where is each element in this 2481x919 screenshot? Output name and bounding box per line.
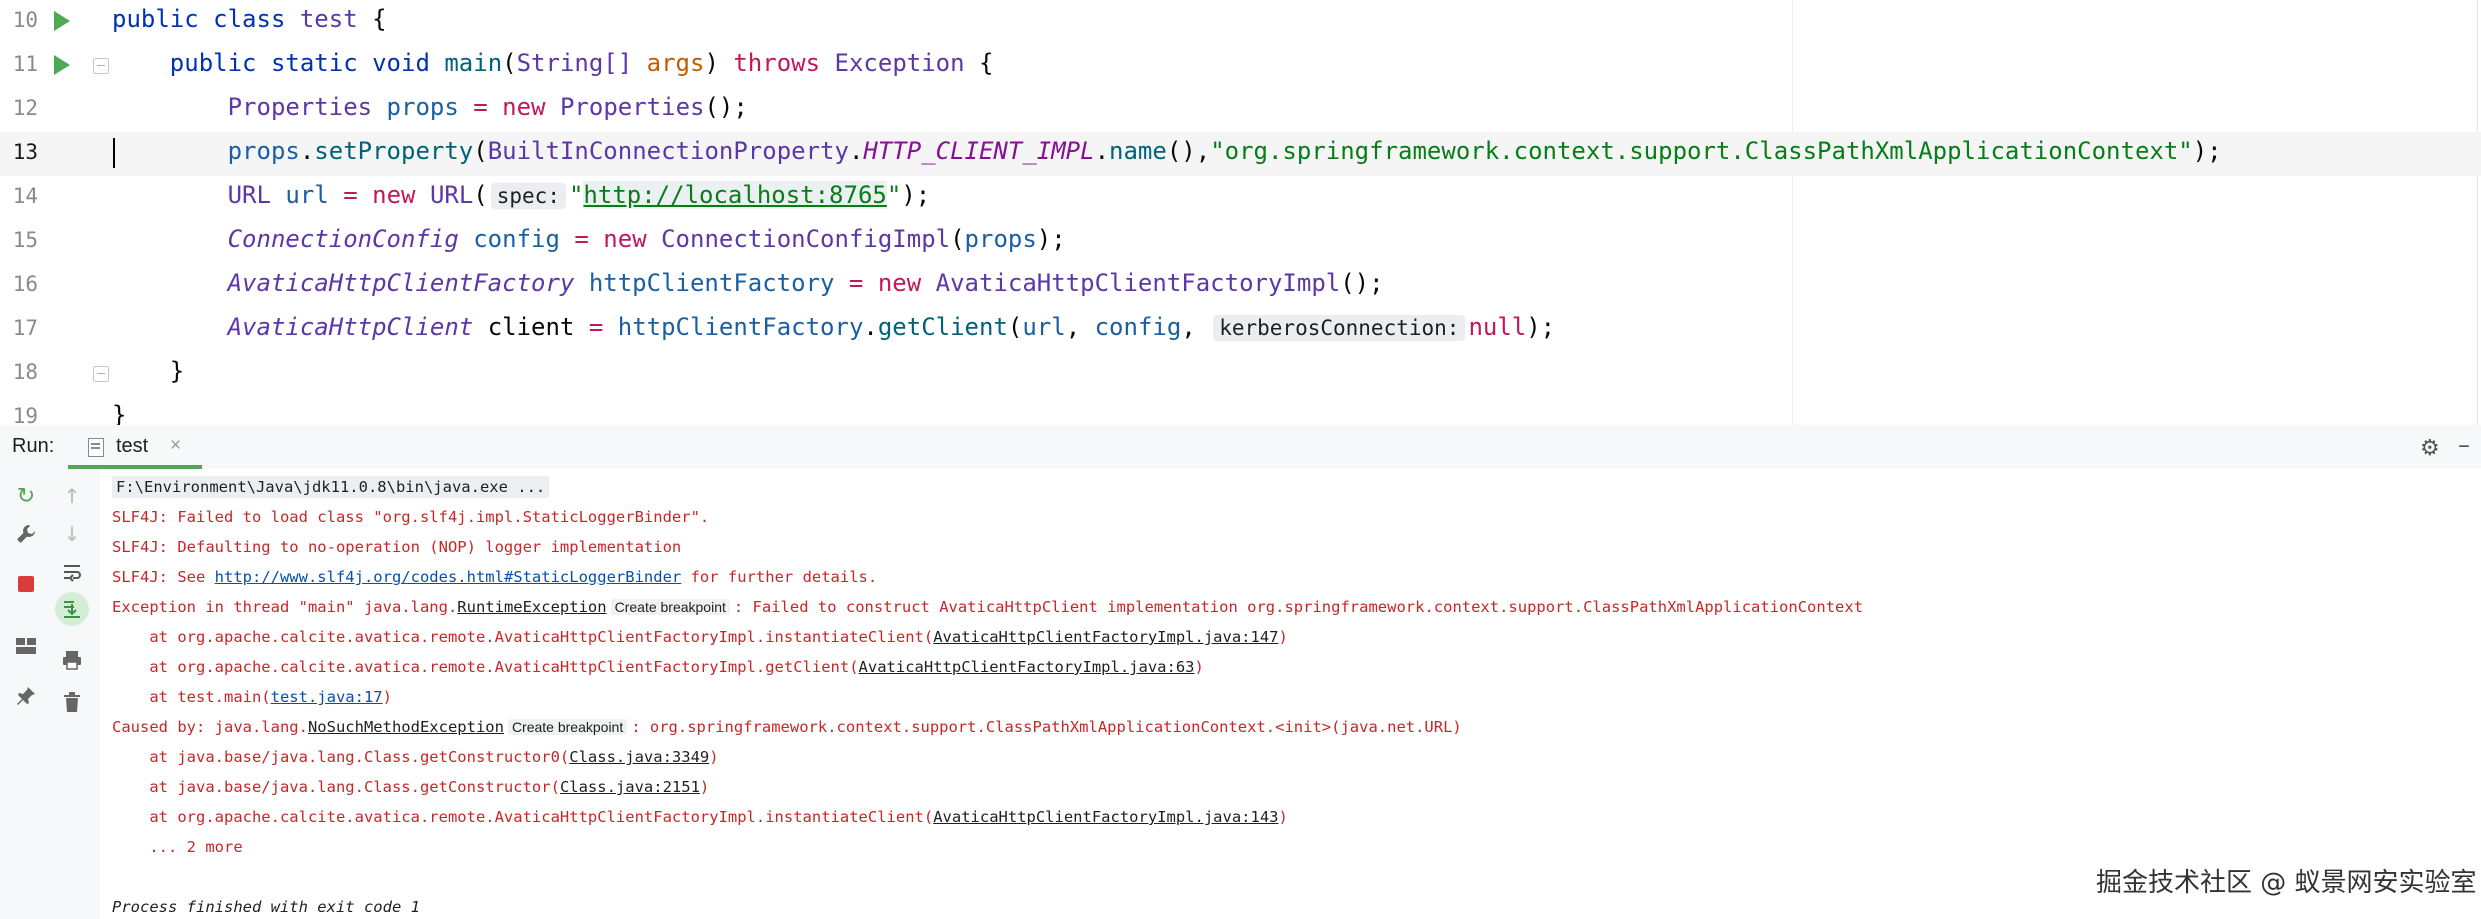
gear-icon[interactable]: ⚙: [2420, 436, 2440, 461]
line-number: 10: [12, 8, 38, 32]
console-line-exception: Exception in thread "main" java.lang.Run…: [112, 598, 1864, 616]
scroll-to-end-icon[interactable]: [55, 592, 89, 626]
run-main-icon[interactable]: [54, 55, 70, 75]
stack-trace-line: at org.apache.calcite.avatica.remote.Ava…: [112, 658, 1204, 676]
console-line-slf4j-1: SLF4J: Failed to load class "org.slf4j.i…: [112, 508, 710, 526]
up-arrow-icon[interactable]: ↑: [58, 482, 86, 510]
code-line-12[interactable]: 12 Properties props = new Properties();: [0, 88, 2481, 132]
rerun-icon[interactable]: ↻: [12, 482, 40, 510]
close-icon[interactable]: ×: [170, 435, 181, 457]
print-icon[interactable]: [58, 646, 86, 674]
stack-trace-line: at org.apache.calcite.avatica.remote.Ava…: [112, 808, 1288, 826]
code-text: ConnectionConfig config = new Connection…: [227, 225, 1066, 253]
source-link[interactable]: test.java:17: [271, 688, 383, 706]
code-text: AvaticaHttpClient client = httpClientFac…: [227, 313, 1556, 341]
console-line-command: F:\Environment\Java\jdk11.0.8\bin\java.e…: [112, 476, 550, 498]
pin-icon[interactable]: [12, 682, 40, 710]
stop-icon[interactable]: [12, 570, 40, 598]
parameter-hint-spec: spec:: [490, 183, 566, 209]
source-link[interactable]: AvaticaHttpClientFactoryImpl.java:63: [859, 658, 1195, 676]
code-editor[interactable]: 10 public class test { 11 public static …: [0, 0, 2481, 429]
runtime-exception-link[interactable]: RuntimeException: [457, 598, 606, 616]
line-number: 11: [12, 52, 38, 76]
line-number: 14: [12, 184, 38, 208]
create-breakpoint-button[interactable]: Create breakpoint: [507, 719, 628, 735]
code-text: }: [112, 357, 185, 385]
stack-trace-line: at java.base/java.lang.Class.getConstruc…: [112, 748, 719, 766]
run-tab-label: test: [116, 435, 149, 457]
run-toolbar: ↻ ↑ ↓: [0, 469, 100, 919]
nosuchmethod-exception-link[interactable]: NoSuchMethodException: [308, 718, 504, 736]
line-number: 15: [12, 228, 38, 252]
process-finished-line: Process finished with exit code 1: [112, 898, 420, 916]
code-text: Properties props = new Properties();: [227, 93, 748, 121]
create-breakpoint-button[interactable]: Create breakpoint: [610, 599, 730, 615]
line-number: 13: [12, 140, 38, 164]
code-text: AvaticaHttpClientFactory httpClientFacto…: [227, 269, 1384, 297]
code-line-14[interactable]: 14 URL url = new URL(spec: "http://localh…: [0, 176, 2481, 220]
stack-trace-line: at org.apache.calcite.avatica.remote.Ava…: [112, 628, 1288, 646]
parameter-hint-kerberos: kerberosConnection:: [1213, 315, 1466, 341]
code-text: public static void main(String[] args) t…: [169, 49, 994, 77]
trash-icon[interactable]: [58, 688, 86, 716]
wrench-icon[interactable]: [12, 520, 40, 548]
source-link[interactable]: Class.java:3349: [569, 748, 709, 766]
code-line-10[interactable]: 10 public class test {: [0, 0, 2481, 44]
soft-wrap-icon[interactable]: [58, 558, 86, 586]
source-link[interactable]: AvaticaHttpClientFactoryImpl.java:147: [933, 628, 1278, 646]
run-panel-header: Run: test × ⚙ –: [0, 425, 2481, 469]
minimize-icon[interactable]: –: [2458, 431, 2470, 459]
source-link[interactable]: Class.java:2151: [560, 778, 700, 796]
console-output[interactable]: F:\Environment\Java\jdk11.0.8\bin\java.e…: [100, 469, 2481, 919]
stack-trace-more[interactable]: ... 2 more: [112, 838, 242, 856]
run-class-icon[interactable]: [54, 11, 70, 31]
stack-trace-line: at test.main(test.java:17): [112, 688, 392, 706]
code-line-15[interactable]: 15 ConnectionConfig config = new Connect…: [0, 220, 2481, 264]
console-line-caused-by: Caused by: java.lang.NoSuchMethodExcepti…: [112, 718, 1462, 736]
stack-trace-line: at java.base/java.lang.Class.getConstruc…: [112, 778, 710, 796]
code-line-16[interactable]: 16 AvaticaHttpClientFactory httpClientFa…: [0, 264, 2481, 308]
url-literal-link[interactable]: http://localhost:8765: [583, 181, 887, 209]
slf4j-link[interactable]: http://www.slf4j.org/codes.html#StaticLo…: [215, 568, 682, 586]
code-line-11[interactable]: 11 public static void main(String[] args…: [0, 44, 2481, 88]
code-text: props.setProperty(BuiltInConnectionPrope…: [227, 137, 2222, 165]
down-arrow-icon[interactable]: ↓: [58, 520, 86, 548]
line-number: 18: [12, 360, 38, 384]
layout-icon[interactable]: [12, 632, 40, 660]
code-line-18[interactable]: 18 }: [0, 352, 2481, 396]
watermark: 掘金技术社区 @ 蚁景网安实验室: [2096, 868, 2477, 898]
code-text: URL url = new URL(spec: "http://localhost…: [227, 181, 931, 209]
fold-icon[interactable]: [93, 58, 109, 74]
console-line-slf4j-3: SLF4J: See http://www.slf4j.org/codes.ht…: [112, 568, 878, 586]
source-link[interactable]: AvaticaHttpClientFactoryImpl.java:143: [933, 808, 1278, 826]
fold-end-icon[interactable]: [93, 366, 109, 382]
console-line-slf4j-2: SLF4J: Defaulting to no-operation (NOP) …: [112, 538, 682, 556]
code-line-17[interactable]: 17 AvaticaHttpClient client = httpClient…: [0, 308, 2481, 352]
line-number: 12: [12, 96, 38, 120]
code-text: public class test {: [112, 5, 387, 33]
code-line-13[interactable]: 13 props.setProperty(BuiltInConnectionPr…: [0, 132, 2481, 176]
line-number: 17: [12, 316, 38, 340]
line-number: 16: [12, 272, 38, 296]
console-icon: [88, 438, 104, 457]
run-tab-test[interactable]: test ×: [68, 425, 202, 469]
run-label: Run:: [12, 435, 55, 457]
